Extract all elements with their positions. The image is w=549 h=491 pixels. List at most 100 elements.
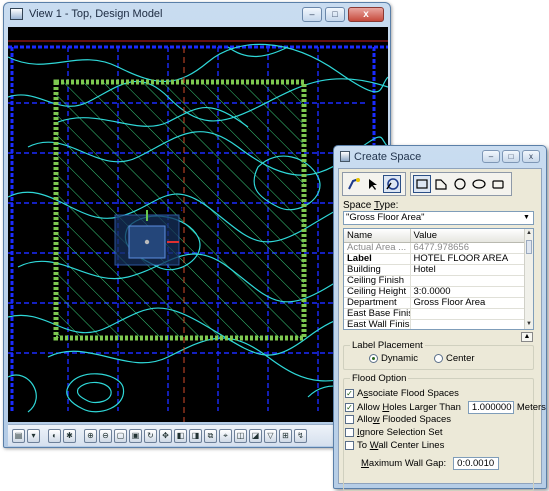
view-window-icon [10, 8, 23, 20]
select-icon[interactable] [364, 175, 382, 193]
property-value: Gross Floor Area [410, 297, 526, 309]
dialog-minimize-button[interactable]: – [482, 150, 500, 163]
axis-marker: ↕ [180, 206, 184, 213]
property-name: Ceiling Height [344, 286, 411, 298]
zoom-out-icon[interactable]: ⊖ [99, 428, 112, 443]
property-name: Actual Area ... [344, 242, 411, 254]
radio-center-button[interactable] [434, 354, 443, 363]
level-display-icon[interactable]: ▾ [27, 428, 40, 443]
clip-volume-icon[interactable]: ◫ [234, 428, 247, 443]
to-wall-checkbox[interactable] [345, 441, 354, 450]
space-type-label: Space Type: [343, 200, 399, 211]
rotate-view-icon[interactable]: ↻ [144, 428, 157, 443]
table-row[interactable]: Building Hotel [344, 264, 526, 276]
display-style-icon[interactable]: ◐ [48, 428, 61, 443]
max-wall-gap-row: Maximum Wall Gap: 0:0.0010 [361, 457, 500, 470]
dialog-close-button[interactable]: x [522, 150, 540, 163]
radio-dynamic[interactable]: Dynamic [369, 353, 418, 364]
associate-flood-label: Associate Flood Spaces [357, 388, 459, 399]
place-flood-icon[interactable] [345, 175, 363, 193]
property-value: 3:0.0000 [410, 286, 526, 298]
fit-view-icon[interactable]: ▣ [129, 428, 142, 443]
minimize-button[interactable]: – [302, 7, 322, 22]
max-wall-gap-label: Maximum Wall Gap: [361, 458, 447, 469]
dialog-maximize-button[interactable]: □ [502, 150, 520, 163]
property-name: Ceiling Finish [344, 275, 411, 287]
property-name: Label [344, 253, 411, 265]
table-row[interactable]: East Base Finish [344, 308, 526, 320]
view-next-icon[interactable]: ◨ [189, 428, 202, 443]
copy-view-icon[interactable]: ⧉ [204, 428, 217, 443]
associate-flood-checkbox[interactable]: ✓ [345, 389, 354, 398]
ellipse-icon[interactable] [470, 175, 488, 193]
table-row[interactable]: Department Gross Floor Area [344, 297, 526, 309]
allow-flooded-option[interactable]: Allow Flooded Spaces [345, 414, 451, 425]
hole-size-field[interactable]: 1.000000 [467, 401, 514, 414]
view-previous-icon[interactable]: ◧ [174, 428, 187, 443]
properties-grid[interactable]: Name Value Actual Area ... 6477.978656 La… [343, 228, 534, 330]
radio-center[interactable]: Center [434, 353, 475, 364]
pan-view-icon[interactable]: ✥ [159, 428, 172, 443]
method-tools [342, 172, 406, 196]
ignore-selection-checkbox[interactable] [345, 428, 354, 437]
dialog-icon [340, 151, 350, 162]
view-title: View 1 - Top, Design Model [29, 8, 163, 20]
vertical-scrollbar[interactable]: ▲ ▼ [524, 229, 533, 329]
create-space-dialog[interactable]: Create Space – □ x Space Type: "Gross Fl… [333, 145, 547, 491]
allow-holes-checkbox[interactable]: ✓ [345, 403, 354, 412]
scroll-up-icon[interactable]: ▲ [525, 229, 533, 238]
dialog-title: Create Space [354, 151, 422, 163]
drawing[interactable]: ↕ [8, 27, 388, 422]
dialog-body: Space Type: "Gross Floor Area" ▼ Name Va… [338, 168, 546, 491]
column-header-name[interactable]: Name [344, 229, 411, 243]
table-row[interactable]: Label HOTEL FLOOR AREA [344, 253, 526, 265]
window-area-icon[interactable]: ▢ [114, 428, 127, 443]
view-titlebar[interactable]: View 1 - Top, Design Model – □ x [4, 3, 390, 27]
design-canvas[interactable]: ↕ [8, 27, 388, 422]
flood-option-legend: Flood Option [352, 373, 407, 384]
table-row[interactable]: Actual Area ... 6477.978656 [344, 242, 526, 254]
column-header-value[interactable]: Value [410, 229, 526, 243]
allow-holes-option[interactable]: ✓ Allow Holes Larger Than 1.000000 Meter… [345, 401, 546, 414]
table-row[interactable]: East Wall Finish [344, 319, 526, 329]
radio-dynamic-button[interactable] [369, 354, 378, 363]
table-row[interactable]: Ceiling Finish [344, 275, 526, 287]
scroll-down-icon[interactable]: ▼ [525, 320, 533, 329]
update-view-icon[interactable]: ✱ [63, 428, 76, 443]
clip-back-icon[interactable]: ⊞ [279, 428, 292, 443]
scroll-thumb[interactable] [526, 240, 532, 254]
property-name: East Base Finish [344, 308, 411, 320]
ignore-selection-option[interactable]: Ignore Selection Set [345, 427, 443, 438]
orthogonal-shape-icon[interactable] [432, 175, 450, 193]
property-value: Hotel [410, 264, 526, 276]
zoom-in-icon[interactable]: ⊕ [84, 428, 97, 443]
dialog-titlebar[interactable]: Create Space – □ x [334, 146, 546, 168]
property-value: 6477.978656 [410, 242, 526, 254]
table-row[interactable]: Ceiling Height 3:0.0000 [344, 286, 526, 298]
property-name: Building [344, 264, 411, 276]
to-wall-option[interactable]: To Wall Center Lines [345, 440, 444, 451]
camera-icon[interactable]: ⌖ [219, 428, 232, 443]
block-icon[interactable] [489, 175, 507, 193]
space-type-value: "Gross Floor Area" [346, 212, 425, 223]
place-shape-icon[interactable] [383, 175, 401, 193]
chevron-down-icon[interactable]: ▼ [520, 212, 533, 224]
close-button[interactable]: x [348, 7, 384, 22]
allow-flooded-label: Allow Flooded Spaces [357, 414, 452, 425]
rectangle-icon[interactable] [413, 175, 431, 193]
space-type-dropdown[interactable]: "Gross Floor Area" ▼ [343, 211, 534, 225]
toggle-icon[interactable]: ↯ [294, 428, 307, 443]
shape-tools [410, 172, 512, 196]
view-attributes-icon[interactable]: ▤ [12, 428, 25, 443]
maximize-button[interactable]: □ [325, 7, 345, 22]
associate-flood-option[interactable]: ✓ Associate Flood Spaces [345, 388, 459, 399]
max-wall-gap-field[interactable]: 0:0.0010 [453, 457, 500, 470]
property-value: HOTEL FLOOR AREA [410, 253, 526, 265]
label-placement-legend: Label Placement [352, 340, 423, 351]
circle-icon[interactable] [451, 175, 469, 193]
clip-mask-icon[interactable]: ◪ [249, 428, 262, 443]
clip-front-icon[interactable]: ▽ [264, 428, 277, 443]
property-name: East Wall Finish [344, 319, 411, 329]
allow-flooded-checkbox[interactable] [345, 415, 354, 424]
to-wall-label: To Wall Center Lines [357, 440, 445, 451]
